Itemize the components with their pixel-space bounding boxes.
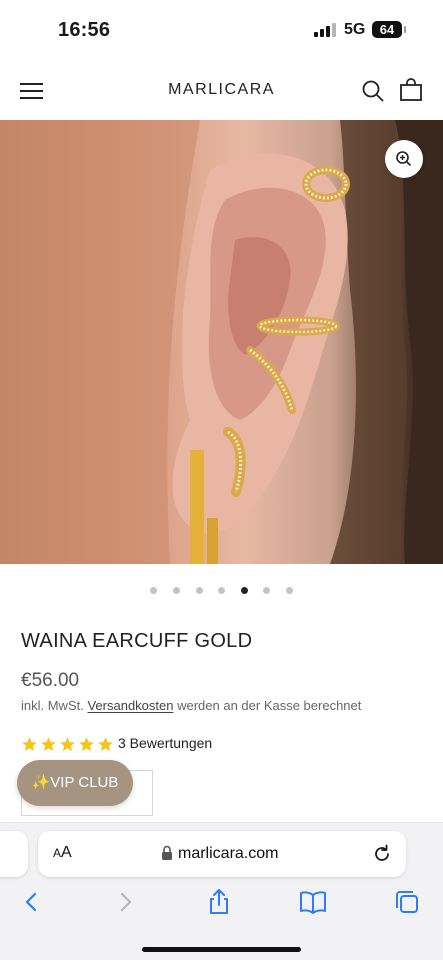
share-icon[interactable] xyxy=(204,887,234,917)
tax-prefix: inkl. MwSt. xyxy=(21,698,88,713)
signal-icon xyxy=(314,23,336,37)
search-icon[interactable] xyxy=(362,80,384,102)
carousel-dot[interactable] xyxy=(173,587,180,594)
shopping-bag-icon[interactable] xyxy=(399,78,423,102)
vip-club-button[interactable]: ✨VIP CLUB xyxy=(17,760,133,806)
tax-note: inkl. MwSt. Versandkosten werden an der … xyxy=(21,698,361,713)
zoom-button[interactable] xyxy=(385,140,423,178)
address-bar[interactable]: AA marlicara.com xyxy=(38,831,406,877)
status-bar: 16:56 5G 64 xyxy=(0,0,443,60)
carousel-dot[interactable] xyxy=(286,587,293,594)
status-time: 16:56 xyxy=(58,19,111,41)
star-icon xyxy=(41,737,56,752)
carousel-dot[interactable] xyxy=(263,587,270,594)
previous-tab-preview[interactable] xyxy=(0,831,28,877)
aa-small-label: A xyxy=(53,846,62,860)
back-icon[interactable] xyxy=(16,887,46,917)
review-count: 3 Bewertungen xyxy=(118,735,213,751)
tabs-icon[interactable] xyxy=(392,887,422,917)
rating-stars xyxy=(21,736,117,754)
bookmarks-icon[interactable] xyxy=(298,887,328,917)
tax-suffix: werden an der Kasse berechnet xyxy=(173,698,362,713)
site-header: MARLICARA xyxy=(0,60,443,120)
star-icon xyxy=(98,737,113,752)
product-price: €56.00 xyxy=(21,670,80,691)
home-indicator xyxy=(142,947,301,952)
network-label: 5G xyxy=(344,21,366,38)
aa-large-label: A xyxy=(61,844,72,861)
product-image[interactable] xyxy=(0,120,443,564)
lock-icon xyxy=(162,845,172,860)
forward-icon[interactable] xyxy=(111,887,141,917)
star-icon xyxy=(22,737,37,752)
battery-icon: 64 xyxy=(372,21,406,38)
star-icon xyxy=(79,737,94,752)
carousel-dot[interactable] xyxy=(150,587,157,594)
shipping-costs-link[interactable]: Versandkosten xyxy=(87,698,173,713)
zoom-in-icon xyxy=(396,151,411,166)
carousel-dot[interactable] xyxy=(218,587,225,594)
reader-settings-button[interactable]: AA xyxy=(53,844,72,862)
url-text: marlicara.com xyxy=(178,845,279,862)
ear-photo xyxy=(0,120,443,564)
carousel-dot[interactable] xyxy=(196,587,203,594)
browser-toolbar: AA marlicara.com xyxy=(0,822,443,960)
star-icon xyxy=(60,737,75,752)
product-title: WAINA EARCUFF GOLD xyxy=(21,630,253,652)
carousel-dot-active[interactable] xyxy=(241,587,248,594)
reload-icon[interactable] xyxy=(372,844,392,864)
